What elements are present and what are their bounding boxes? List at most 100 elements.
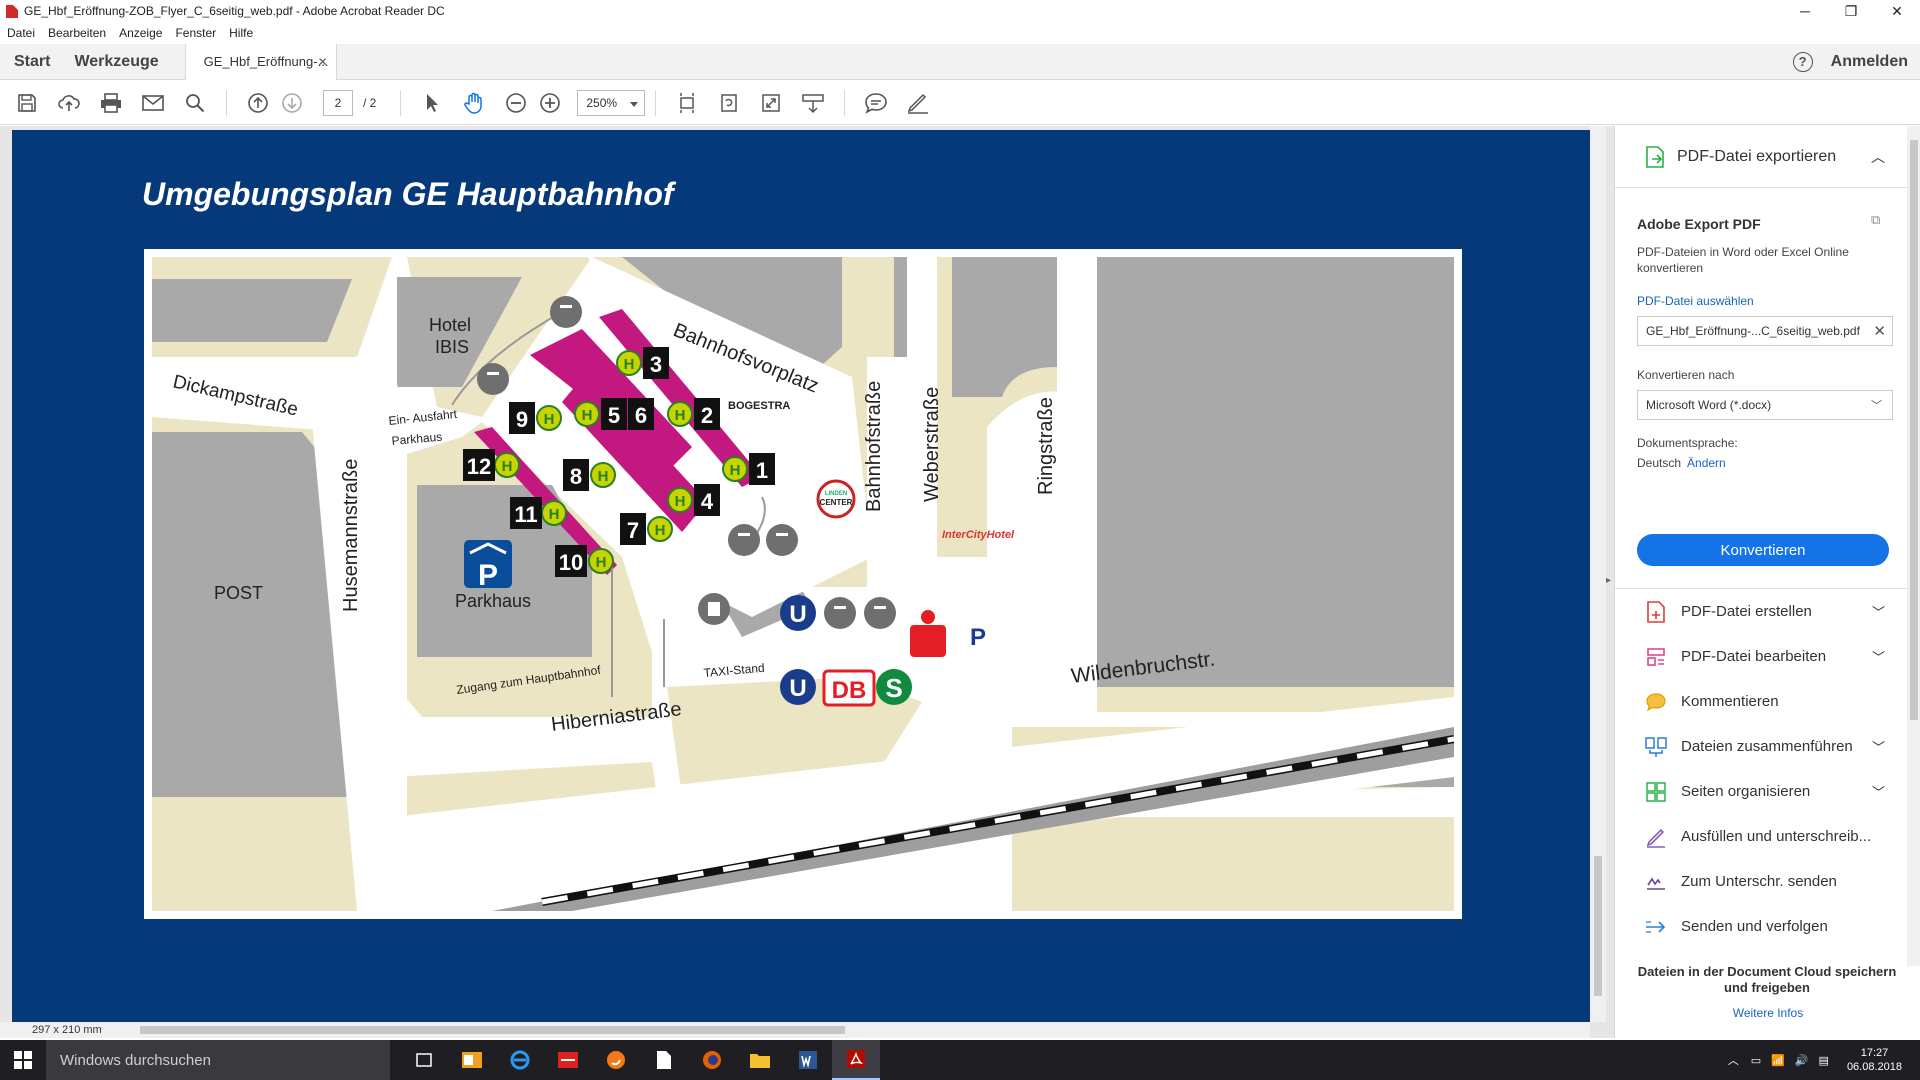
signin-button[interactable]: Anmelden <box>1831 53 1908 71</box>
center-logo-text: CENTER <box>820 498 853 507</box>
export-pdf-header[interactable]: PDF-Datei exportieren ︿ <box>1615 126 1907 188</box>
street-weber: Weberstraße <box>921 387 943 502</box>
close-button[interactable]: ✕ <box>1874 0 1920 22</box>
battery-icon[interactable]: ▭ <box>1751 1054 1761 1067</box>
windows-start-icon[interactable] <box>0 1040 46 1080</box>
tab-werkzeuge[interactable]: Werkzeuge <box>74 53 158 71</box>
tool-send-track[interactable]: Senden und verfolgen <box>1615 904 1907 949</box>
help-icon[interactable]: ? <box>1792 51 1813 72</box>
tool-combine-files[interactable]: Dateien zusammenführen ﹀ <box>1615 724 1907 769</box>
scroll-mode-icon[interactable] <box>674 90 700 116</box>
mail-icon[interactable] <box>140 90 166 116</box>
document-horizontal-scrollbar[interactable]: 297 x 210 mm <box>0 1022 1590 1038</box>
document-viewport[interactable]: Umgebungsplan GE Hauptbahnhof Dickampstr… <box>0 126 1614 1038</box>
tool-label: Zum Unterschr. senden <box>1681 873 1837 890</box>
search-icon[interactable] <box>182 90 208 116</box>
comment-icon[interactable] <box>863 90 889 116</box>
tab-document[interactable]: GE_Hbf_Eröffnung-... ✕ <box>184 43 337 80</box>
zoom-select[interactable]: 250% <box>577 89 646 116</box>
save-icon[interactable] <box>14 90 40 116</box>
chevron-down-icon[interactable]: ﹀ <box>1872 602 1885 621</box>
tools-pane: PDF-Datei exportieren ︿ Adobe Export PDF… <box>1614 126 1920 1038</box>
tool-fill-sign[interactable]: Ausfüllen und unterschreib... <box>1615 814 1907 859</box>
comment-tool-icon <box>1645 691 1667 713</box>
convert-to-select[interactable]: Microsoft Word (*.docx) ﹀ <box>1637 390 1893 420</box>
chevron-down-icon[interactable]: ﹀ <box>1872 737 1885 756</box>
action-center-icon[interactable]: ▤ <box>1819 1054 1829 1067</box>
menu-bearbeiten[interactable]: Bearbeiten <box>48 26 106 40</box>
orange-app-icon[interactable] <box>592 1040 640 1080</box>
panel-scroll-thumb[interactable] <box>1910 140 1918 720</box>
clock[interactable]: 17:27 06.08.2018 <box>1847 1046 1902 1074</box>
vertical-scroll-thumb[interactable] <box>1594 856 1602 996</box>
chevron-up-icon[interactable]: ︿ <box>1871 147 1885 167</box>
tool-edit-pdf[interactable]: PDF-Datei bearbeiten ﹀ <box>1615 634 1907 679</box>
menu-anzeige[interactable]: Anzeige <box>119 26 162 40</box>
panel-scrollbar[interactable] <box>1907 126 1920 966</box>
next-page-icon[interactable] <box>279 90 305 116</box>
task-view-icon[interactable] <box>400 1040 448 1080</box>
tab-start[interactable]: Start <box>14 53 50 71</box>
change-language-link[interactable]: Ändern <box>1687 456 1726 470</box>
panel-collapse-arrow[interactable]: ▸ <box>1606 575 1611 586</box>
document-file-icon[interactable] <box>640 1040 688 1080</box>
select-file-link[interactable]: PDF-Datei auswählen <box>1637 294 1754 308</box>
help-app-icon[interactable] <box>544 1040 592 1080</box>
rotate-page-icon[interactable] <box>716 90 742 116</box>
copy-icon[interactable]: ⧉ <box>1871 212 1880 228</box>
tool-create-pdf[interactable]: PDF-Datei erstellen ﹀ <box>1615 589 1907 634</box>
svg-text:H: H <box>502 458 513 475</box>
tool-send-for-signature[interactable]: Zum Unterschr. senden <box>1615 859 1907 904</box>
network-icon[interactable]: 📶 <box>1771 1054 1785 1067</box>
volume-icon[interactable]: 🔊 <box>1795 1054 1809 1067</box>
tool-comment[interactable]: Kommentieren <box>1615 679 1907 724</box>
menu-datei[interactable]: Datei <box>7 26 35 40</box>
internet-explorer-icon[interactable] <box>496 1040 544 1080</box>
horizontal-scroll-thumb[interactable] <box>140 1026 845 1034</box>
parking-sign-p: P <box>478 559 498 592</box>
label-intercity: InterCityHotel <box>942 529 1015 541</box>
acrobat-taskbar-icon[interactable] <box>832 1040 880 1080</box>
tools-list: PDF-Datei erstellen ﹀ PDF-Datei bearbeit… <box>1615 588 1907 949</box>
clear-file-icon[interactable]: ✕ <box>1873 322 1886 340</box>
minimize-button[interactable]: ─ <box>1782 0 1828 22</box>
stop-1: H1 <box>722 453 775 485</box>
document-vertical-scrollbar[interactable] <box>1590 126 1606 1022</box>
toolbar-separator <box>226 89 227 116</box>
stop-10: H 10 <box>555 545 614 577</box>
upload-cloud-icon[interactable] <box>56 90 82 116</box>
escalator-icon-s <box>824 597 856 629</box>
more-info-link[interactable]: Weitere Infos <box>1615 1006 1920 1020</box>
clock-date: 06.08.2018 <box>1846 1061 1902 1073</box>
chevron-down-icon[interactable]: ﹀ <box>1872 647 1885 666</box>
pdf-page: Umgebungsplan GE Hauptbahnhof Dickampstr… <box>12 130 1590 1023</box>
stop-9: H9 <box>509 402 562 434</box>
selected-file-field[interactable]: GE_Hbf_Eröffnung-...C_6seitig_web.pdf ✕ <box>1637 316 1893 346</box>
stop-8: H8 <box>563 459 616 491</box>
tray-chevron-icon[interactable]: ︿ <box>1728 1052 1739 1068</box>
print-icon[interactable] <box>98 90 124 116</box>
chevron-down-icon[interactable]: ﹀ <box>1872 782 1885 801</box>
previous-page-icon[interactable] <box>245 90 271 116</box>
download-tray-icon[interactable] <box>800 90 826 116</box>
firefox-icon[interactable] <box>688 1040 736 1080</box>
tab-close-icon[interactable]: ✕ <box>318 55 328 69</box>
menu-hilfe[interactable]: Hilfe <box>229 26 253 40</box>
hand-tool-icon[interactable] <box>461 90 487 116</box>
tool-organize-pages[interactable]: Seiten organisieren ﹀ <box>1615 769 1907 814</box>
taskbar-search-input[interactable]: Windows durchsuchen <box>46 1040 390 1080</box>
convert-to-label: Konvertieren nach <box>1637 368 1735 382</box>
convert-button[interactable]: Konvertieren <box>1637 534 1889 566</box>
select-cursor-icon[interactable] <box>419 90 445 116</box>
sign-pen-icon[interactable] <box>905 90 931 116</box>
outlook-app-icon[interactable] <box>448 1040 496 1080</box>
parking-small-p: P <box>970 624 986 651</box>
page-number-input[interactable]: 2 <box>323 89 353 116</box>
word-app-icon[interactable] <box>784 1040 832 1080</box>
maximize-button[interactable]: ❐ <box>1828 0 1874 22</box>
file-explorer-icon[interactable] <box>736 1040 784 1080</box>
fullscreen-icon[interactable] <box>758 90 784 116</box>
zoom-in-icon[interactable] <box>537 90 563 116</box>
menu-fenster[interactable]: Fenster <box>175 26 216 40</box>
zoom-out-icon[interactable] <box>503 90 529 116</box>
